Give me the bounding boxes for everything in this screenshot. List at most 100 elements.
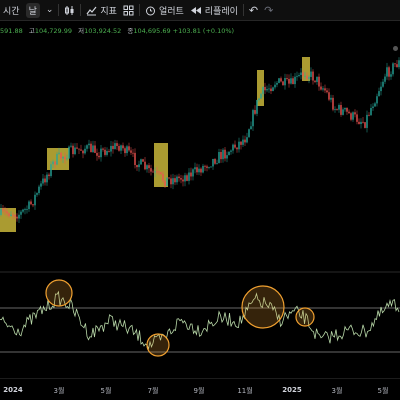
- interval-selector[interactable]: 날: [23, 0, 43, 20]
- time-axis[interactable]: 2024 3월 5월 7월 9월 11월 2025 3월 5월: [0, 378, 400, 400]
- candle-body: [0, 208, 2, 215]
- candle-body: [322, 88, 324, 90]
- candle-body: [80, 149, 82, 151]
- candle-body: [266, 89, 268, 91]
- candle-body: [128, 146, 130, 151]
- candle-body: [46, 174, 48, 183]
- candle-body: [246, 137, 248, 143]
- candle-body: [52, 161, 54, 165]
- candle-body: [54, 161, 56, 165]
- candle-body: [82, 150, 84, 154]
- candle-body: [340, 105, 342, 115]
- candle-body: [60, 152, 62, 159]
- interval-dropdown[interactable]: ⌄: [43, 0, 57, 20]
- candle-body: [132, 152, 134, 154]
- candle-body: [28, 201, 30, 210]
- candle-body: [142, 159, 144, 162]
- candlesticks: [0, 57, 400, 224]
- replay-icon: [190, 6, 201, 14]
- candle-body: [98, 155, 100, 158]
- candle-body: [304, 75, 306, 77]
- candle-body: [258, 98, 260, 101]
- candle-body: [106, 151, 108, 155]
- scroll-indicator[interactable]: [393, 46, 398, 51]
- candle-body: [334, 109, 336, 111]
- candle-body: [124, 148, 126, 154]
- candle-body: [130, 150, 132, 153]
- candle-body: [140, 159, 142, 165]
- candle-body: [182, 179, 184, 182]
- candle-body: [240, 141, 242, 145]
- candle-body: [48, 174, 50, 177]
- candle-body: [2, 208, 4, 211]
- candle-body: [392, 63, 394, 75]
- candle-body: [314, 80, 316, 82]
- candle-body: [242, 139, 244, 145]
- close-value: 104,695.69: [133, 27, 171, 35]
- candle-body: [268, 88, 270, 90]
- candle-body: [170, 178, 172, 185]
- candle-body: [172, 178, 174, 185]
- indicators-button[interactable]: 지표: [83, 0, 120, 20]
- divider: [80, 4, 82, 16]
- time-tick: 9월: [193, 387, 205, 395]
- candle-body: [220, 152, 222, 160]
- candle-body: [354, 112, 356, 115]
- candle-body: [22, 209, 24, 212]
- candle-body: [144, 161, 146, 170]
- time-tick: 3월: [53, 387, 65, 395]
- templates-button[interactable]: [120, 0, 137, 20]
- candle-body: [226, 155, 228, 159]
- candle-body: [174, 178, 176, 183]
- candle-body: [30, 201, 32, 205]
- undo-button[interactable]: ↶: [246, 0, 261, 20]
- indicators-label: 지표: [100, 6, 117, 17]
- alerts-label: 얼러트: [158, 6, 184, 17]
- candle-body: [208, 167, 210, 168]
- candle-body: [350, 113, 352, 120]
- price-chart[interactable]: [0, 0, 400, 400]
- candle-body: [278, 78, 280, 83]
- high-value: 104,729.99: [34, 27, 73, 35]
- candle-body: [366, 114, 368, 128]
- candle-body: [38, 186, 40, 194]
- chart-type-button[interactable]: [61, 0, 78, 20]
- candle-body: [216, 163, 218, 164]
- replay-button[interactable]: 리플레이: [187, 0, 241, 20]
- candle-body: [232, 144, 234, 151]
- candle-body: [136, 164, 138, 168]
- candle-body: [62, 156, 64, 159]
- candle-body: [116, 143, 118, 147]
- candle-body: [224, 149, 226, 159]
- candle-body: [90, 143, 92, 153]
- candle-body: [180, 178, 182, 180]
- top-toolbar: 시간 날 ⌄ 지표 얼러트 리플레이 ↶ ↷: [0, 0, 400, 21]
- low-value: 103,924.52: [84, 27, 122, 35]
- candle-body: [150, 168, 152, 172]
- candle-body: [336, 109, 338, 111]
- candle-body: [206, 166, 208, 168]
- candle-body: [164, 180, 166, 186]
- candle-body: [352, 112, 354, 120]
- candle-body: [194, 167, 196, 170]
- candle-body: [398, 60, 400, 68]
- candle-body: [384, 76, 386, 82]
- candle-body: [112, 145, 114, 150]
- candle-body: [280, 78, 282, 82]
- candle-body: [58, 152, 60, 154]
- candle-body: [338, 105, 340, 110]
- candle-body: [356, 114, 358, 122]
- candle-body: [198, 168, 200, 173]
- candle-body: [274, 84, 276, 88]
- candle-body: [360, 121, 362, 125]
- candle-body: [380, 86, 382, 92]
- candle-body: [238, 141, 240, 150]
- time-menu[interactable]: 시간: [0, 0, 23, 20]
- redo-icon: ↷: [264, 3, 274, 17]
- candle-body: [176, 176, 178, 183]
- candle-body: [10, 214, 12, 217]
- highlight-circle: [295, 307, 315, 327]
- candle-body: [34, 194, 36, 206]
- alerts-button[interactable]: 얼러트: [142, 0, 187, 20]
- candle-body: [92, 145, 94, 153]
